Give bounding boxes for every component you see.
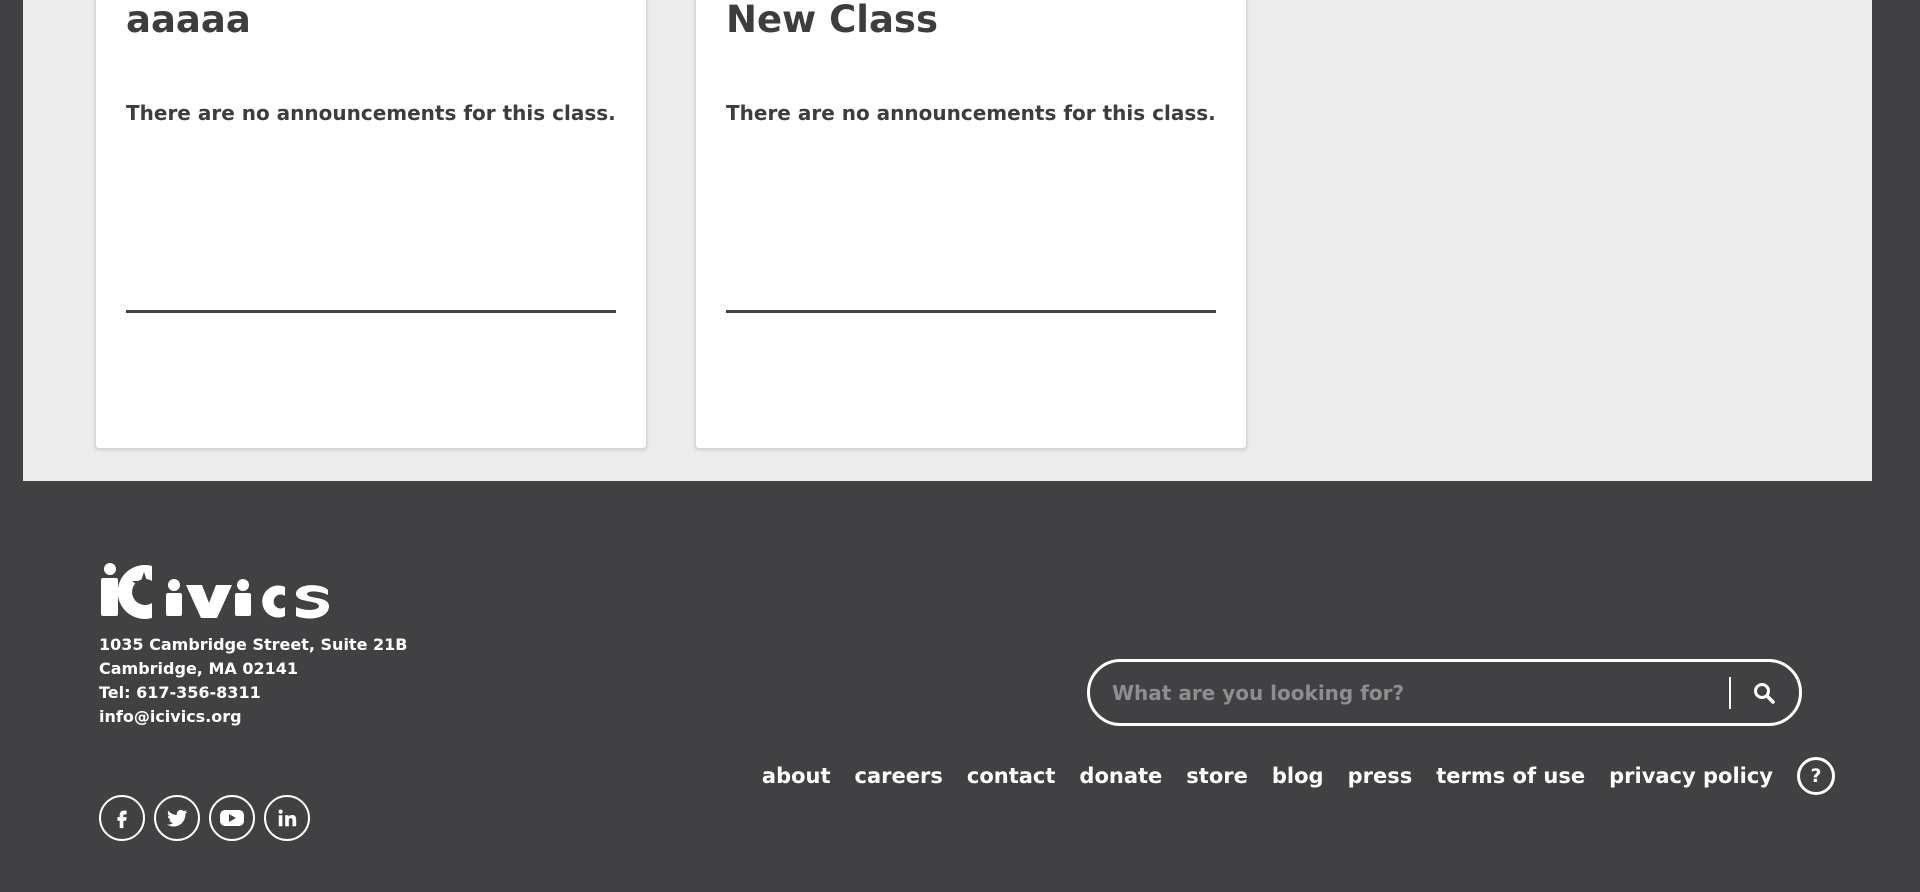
facebook-button[interactable] xyxy=(99,795,145,841)
twitter-icon xyxy=(167,809,187,827)
main-content-region: aaaaa There are no announcements for thi… xyxy=(0,0,1894,481)
card-divider xyxy=(126,310,616,313)
footer-link-contact[interactable]: contact xyxy=(967,764,1056,788)
address-line: 1035 Cambridge Street, Suite 21B xyxy=(99,635,408,654)
phone-line: Tel: 617-356-8311 xyxy=(99,683,261,702)
class-card: aaaaa There are no announcements for thi… xyxy=(95,0,647,449)
class-card: New Class There are no announcements for… xyxy=(695,0,1247,449)
contact-address: 1035 Cambridge Street, Suite 21B Cambrid… xyxy=(99,633,407,729)
footer-link-donate[interactable]: donate xyxy=(1079,764,1162,788)
youtube-button[interactable] xyxy=(209,795,255,841)
linkedin-button[interactable] xyxy=(264,795,310,841)
class-title[interactable]: New Class xyxy=(726,0,938,49)
search-input[interactable] xyxy=(1090,662,1729,723)
footer-link-terms-of-use[interactable]: terms of use xyxy=(1436,764,1585,788)
youtube-icon xyxy=(220,810,244,826)
page-scrollbar[interactable] xyxy=(1894,0,1920,892)
address-line: Cambridge, MA 02141 xyxy=(99,659,298,678)
linkedin-icon xyxy=(278,809,297,827)
twitter-button[interactable] xyxy=(154,795,200,841)
icivics-logo[interactable] xyxy=(100,563,330,621)
search-icon xyxy=(1754,682,1775,704)
email-link[interactable]: info@icivics.org xyxy=(99,705,407,729)
search-button[interactable] xyxy=(1743,672,1785,714)
announcements-message: There are no announcements for this clas… xyxy=(726,101,1216,125)
card-divider xyxy=(726,310,1216,313)
footer-link-store[interactable]: store xyxy=(1186,764,1248,788)
footer-link-about[interactable]: about xyxy=(762,764,831,788)
facebook-icon xyxy=(117,810,127,829)
footer-link-press[interactable]: press xyxy=(1348,764,1413,788)
footer-link-careers[interactable]: careers xyxy=(855,764,943,788)
class-announcements-area: aaaaa There are no announcements for thi… xyxy=(23,0,1872,481)
footer-link-blog[interactable]: blog xyxy=(1272,764,1324,788)
help-button[interactable]: ? xyxy=(1797,757,1835,795)
class-title[interactable]: aaaaa xyxy=(126,0,251,49)
announcements-message: There are no announcements for this clas… xyxy=(126,101,616,125)
site-footer: 1035 Cambridge Street, Suite 21B Cambrid… xyxy=(0,481,1894,892)
footer-nav: about careers contact donate store blog … xyxy=(762,757,1835,795)
social-links xyxy=(99,795,310,841)
footer-link-privacy-policy[interactable]: privacy policy xyxy=(1609,764,1773,788)
search-divider xyxy=(1729,676,1731,709)
footer-search xyxy=(1087,659,1802,726)
